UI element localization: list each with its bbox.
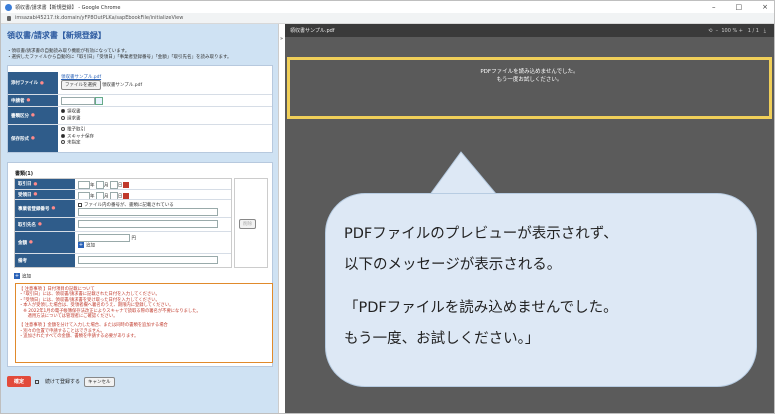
- doc-type-label: 書類区分 ●: [8, 107, 58, 124]
- biz-no-input[interactable]: [78, 208, 218, 216]
- row-applicant: 申請者 ●: [8, 94, 272, 106]
- delete-column: 削除: [234, 178, 268, 268]
- row-memo: 備考: [15, 253, 231, 267]
- partner-input[interactable]: [78, 220, 218, 228]
- confirm-button[interactable]: 確定: [7, 376, 32, 387]
- row-doc-type: 書類区分 ● 領収書 請求書: [8, 106, 272, 124]
- minimize-icon[interactable]: –: [712, 3, 716, 11]
- collapse-icon[interactable]: »: [280, 36, 283, 42]
- choose-file-button[interactable]: ファイルを選択: [61, 80, 101, 90]
- add-document-icon[interactable]: +: [14, 273, 20, 279]
- viewer-toolbar: 領収書サンプル.pdf ⟲ – 100 % + 1 / 1 ⤓: [285, 24, 774, 37]
- chrome-icon: [5, 3, 12, 11]
- viewer-filename: 領収書サンプル.pdf: [290, 28, 335, 34]
- delete-button[interactable]: 削除: [239, 219, 256, 229]
- window-controls: – □ ×: [712, 1, 768, 13]
- amount-input[interactable]: [78, 234, 130, 242]
- applicant-label: 申請者 ●: [8, 95, 58, 106]
- form-pane: 領収書/請求書【新規登録】 ・領収書/請求書の自動読み取り機能が有効になっていま…: [1, 24, 278, 413]
- memo-input[interactable]: [78, 256, 218, 264]
- row-amount: 金額 ● 円 + 追加: [15, 231, 231, 253]
- zoom-level: 100 %: [721, 27, 738, 34]
- callout-line: 「PDFファイルを読み込めませんでした。: [344, 300, 618, 316]
- window-title: 領収書/請求書【新規登録】 - Google Chrome: [15, 4, 121, 11]
- row-receive-date: 受領日 ● 年 月 日: [15, 189, 231, 200]
- continue-checkbox[interactable]: [35, 379, 40, 384]
- title-bar: 領収書/請求書【新規登録】 - Google Chrome – □ ×: [1, 1, 774, 13]
- document-panel: 書類(1) 取引日 ● 年 月 日 受領日 ● 年 月 日 事業者登録番号 ● ファイ…: [7, 162, 273, 367]
- callout-line: 以下のメッセージが表示される。: [344, 257, 562, 273]
- cancel-button[interactable]: キャンセル: [84, 376, 115, 387]
- trade-day[interactable]: [109, 181, 118, 189]
- page-title: 領収書/請求書【新規登録】: [7, 31, 106, 40]
- callout-line: PDFファイルのプレビューが表示されず、: [344, 226, 618, 242]
- note-line: ・選択したファイルから自動的に「取引日」「受領日」「事業者登録番号」「金額」「取…: [7, 55, 232, 60]
- section-title: 書類(1): [15, 171, 34, 177]
- rotate-icon[interactable]: ⟲: [708, 28, 712, 34]
- url-text: imsazabi45217.tk.domain/yFP8OutPLKa/sapE…: [15, 15, 184, 21]
- applicant-input[interactable]: [61, 97, 95, 105]
- address-bar[interactable]: imsazabi45217.tk.domain/yFP8OutPLKa/sapE…: [1, 13, 774, 24]
- browser-window: 領収書/請求書【新規登録】 - Google Chrome – □ × imsa…: [0, 0, 775, 414]
- row-biz-no: 事業者登録番号 ● ファイル内の番号が、書類に記載されている: [15, 199, 231, 217]
- submit-area: 確定 続けて登録する キャンセル: [7, 376, 115, 387]
- close-icon[interactable]: ×: [762, 3, 768, 11]
- biz-no-checkbox[interactable]: [78, 202, 82, 207]
- add-document[interactable]: + 追加: [14, 273, 31, 280]
- header-form-panel: 添付ファイル ● 領収書サンプル.pdf ファイルを選択 領収書サンプル.pdf …: [7, 65, 273, 153]
- attach-label: 添付ファイル ●: [8, 72, 58, 94]
- calendar-icon[interactable]: [123, 182, 130, 188]
- storage-label: 保存形式 ●: [8, 125, 58, 152]
- add-amount-icon[interactable]: +: [78, 242, 84, 248]
- radio-invoice[interactable]: 請求書: [61, 115, 269, 123]
- maximize-icon[interactable]: □: [736, 3, 743, 11]
- trade-year[interactable]: [78, 181, 90, 189]
- page-indicator: 1 / 1: [747, 27, 759, 34]
- lock-icon: [7, 15, 11, 21]
- notice-box: 【 注意事項 】日付項目の記載について ・「取引日」には、領収書/請求書に記載さ…: [15, 283, 273, 363]
- row-storage: 保存形式 ● 電子取引 スキャナ保存 未指定: [8, 124, 272, 152]
- document-fields: 取引日 ● 年 月 日 受領日 ● 年 月 日 事業者登録番号 ● ファイル内の番号が…: [14, 178, 232, 268]
- pdf-error-message: PDFファイルを読み込めませんでした。 もう一度お試しください。: [287, 57, 772, 119]
- continue-label: 続けて登録する: [45, 379, 81, 385]
- radio-unspecified[interactable]: 未指定: [61, 140, 269, 147]
- row-attach: 添付ファイル ● 領収書サンプル.pdf ファイルを選択 領収書サンプル.pdf: [8, 72, 272, 94]
- callout-bubble: PDFファイルのプレビューが表示されず、 以下のメッセージが表示される。 「PD…: [325, 193, 757, 387]
- pane-toggle[interactable]: »: [278, 24, 285, 413]
- callout-line: もう一度、お試しください。」: [344, 331, 540, 347]
- download-icon[interactable]: ⤓: [764, 28, 766, 34]
- row-trade-date: 取引日 ● 年 月 日: [15, 179, 231, 189]
- row-partner: 取引先名 ●: [15, 217, 231, 231]
- search-icon[interactable]: [95, 97, 103, 105]
- chosen-filename: 領収書サンプル.pdf: [101, 83, 143, 88]
- trade-month[interactable]: [95, 181, 104, 189]
